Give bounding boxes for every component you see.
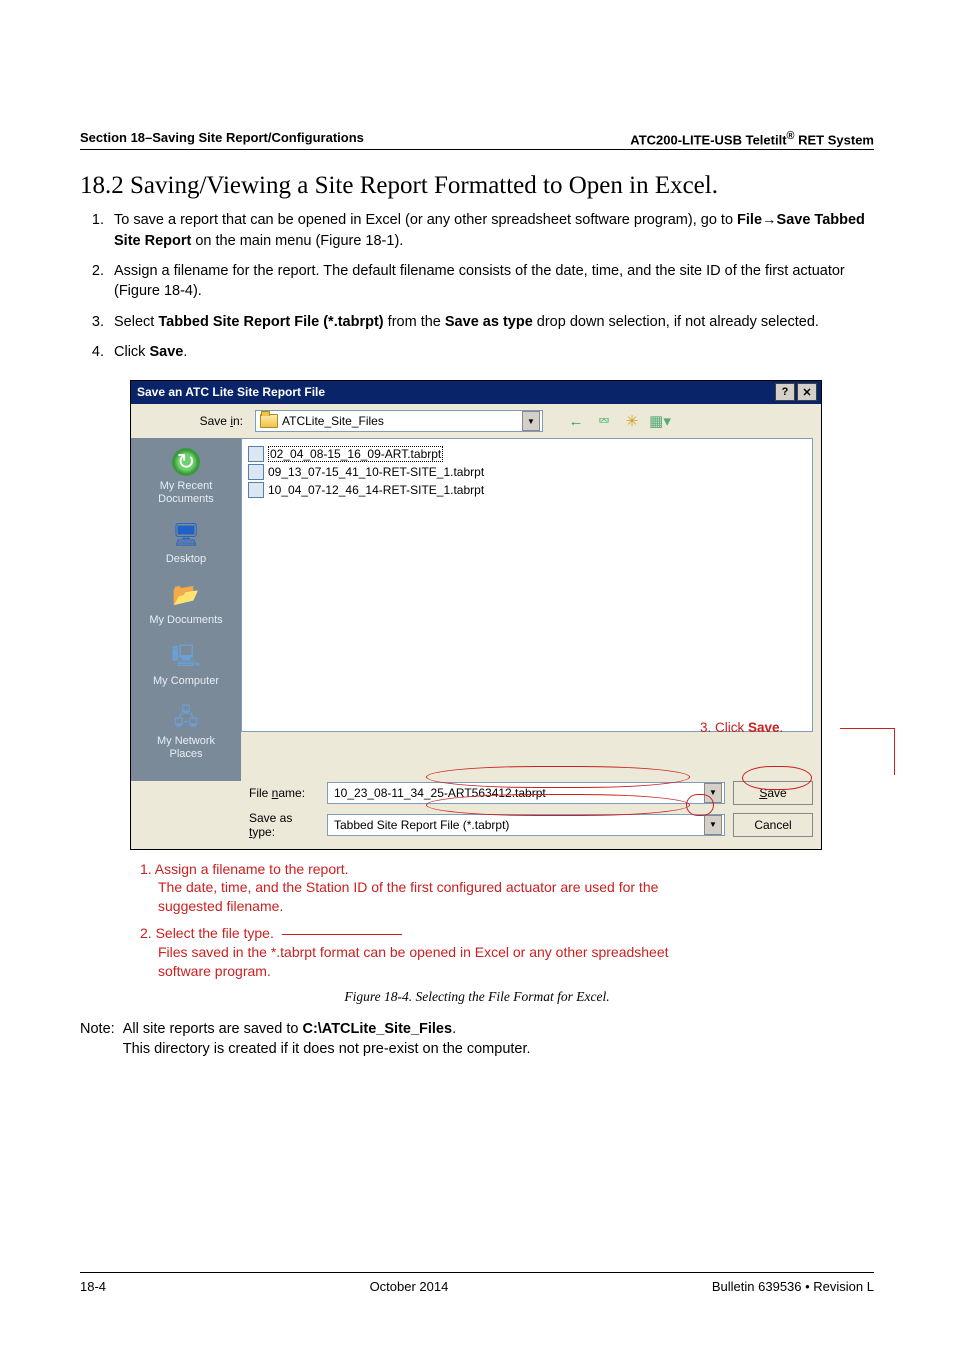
dialog-titlebar[interactable]: Save an ATC Lite Site Report File ? ✕ xyxy=(131,381,821,404)
step-3-b: Tabbed Site Report File (*.tabrpt) xyxy=(158,314,383,330)
step-1-file: File xyxy=(737,212,762,228)
save-in-dropdown[interactable]: ATCLite_Site_Files ▼ xyxy=(255,410,543,432)
step-1: To save a report that can be opened in E… xyxy=(108,210,874,251)
note-line1-a: All site reports are saved to xyxy=(123,1021,303,1037)
dialog-title-text: Save an ATC Lite Site Report File xyxy=(137,385,325,399)
filename-value: 10_23_08-11_34_25-ART563412.tabrpt xyxy=(334,786,546,800)
filename-label-pre: File xyxy=(249,786,272,800)
list-item[interactable]: 09_13_07-15_41_10-RET-SITE_1.tabrpt xyxy=(248,463,806,481)
anno-2-body: Files saved in the *.tabrpt format can b… xyxy=(158,943,718,981)
note-line1-c: . xyxy=(452,1021,456,1037)
anno-2-leader xyxy=(282,934,402,935)
chevron-down-icon[interactable]: ▼ xyxy=(704,783,722,803)
figure-caption: Figure 18-4. Selecting the File Format f… xyxy=(80,989,874,1005)
list-item[interactable]: 10_04_07-12_46_14-RET-SITE_1.tabrpt xyxy=(248,481,806,499)
savetype-label-pre: Save as xyxy=(249,811,292,825)
annotation-block: 1. Assign a filename to the report. The … xyxy=(140,860,874,981)
savetype-label: Save as type: xyxy=(249,811,319,839)
anno-click-save: 3. Click Save. xyxy=(700,720,783,735)
step-1-text-a: To save a report that can be opened in E… xyxy=(114,212,737,228)
up-folder-icon[interactable]: ⮹ xyxy=(595,412,613,430)
step-3: Select Tabbed Site Report File (*.tabrpt… xyxy=(108,312,874,332)
mydocs-icon: 📂 xyxy=(169,580,203,610)
folder-icon xyxy=(260,414,278,428)
new-folder-icon[interactable]: ✳ xyxy=(623,412,641,430)
place-recent[interactable]: ↻ My Recent Documents xyxy=(158,448,214,505)
footer-left: 18-4 xyxy=(80,1279,106,1294)
step-4-a: Click xyxy=(114,344,149,360)
header-left: Section 18–Saving Site Report/Configurat… xyxy=(80,130,364,147)
filename-label-post: ame: xyxy=(278,786,305,800)
header-right: ATC200-LITE-USB Teletilt® RET System xyxy=(630,130,874,147)
chevron-down-icon[interactable]: ▼ xyxy=(522,411,540,431)
savetype-value: Tabbed Site Report File (*.tabrpt) xyxy=(334,818,509,832)
step-2: Assign a filename for the report. The de… xyxy=(108,261,874,302)
place-mydocs-label: My Documents xyxy=(149,614,222,627)
file-name: 10_04_07-12_46_14-RET-SITE_1.tabrpt xyxy=(268,483,484,497)
header-rule xyxy=(80,149,874,150)
view-menu-icon[interactable]: ▦▾ xyxy=(651,412,669,430)
file-name: 09_13_07-15_41_10-RET-SITE_1.tabrpt xyxy=(268,465,484,479)
page-footer: 18-4 October 2014 Bulletin 639536 • Revi… xyxy=(80,1272,874,1294)
place-desktop[interactable]: 🖥 Desktop xyxy=(166,519,206,566)
step-1-text-d: on the main menu (Figure 18-1). xyxy=(191,233,403,249)
file-icon xyxy=(248,446,264,462)
file-icon xyxy=(248,482,264,498)
step-3-e: drop down selection, if not already sele… xyxy=(533,314,819,330)
anno-2-head: 2. Select the file type. xyxy=(140,925,274,941)
note-label: Note: xyxy=(80,1021,115,1037)
cancel-button[interactable]: Cancel xyxy=(733,813,813,837)
back-icon[interactable]: ← xyxy=(567,412,585,430)
anno-1-body: The date, time, and the Station ID of th… xyxy=(158,878,718,916)
save-btn-post: ave xyxy=(767,786,786,800)
steps-list: To save a report that can be opened in E… xyxy=(80,210,874,362)
step-4-c: . xyxy=(183,344,187,360)
save-button[interactable]: Save xyxy=(733,781,813,805)
place-mycomputer-label: My Computer xyxy=(153,675,219,688)
file-name: 02_04_08-15_16_09-ART.tabrpt xyxy=(268,446,443,462)
filename-label: File name: xyxy=(249,786,319,800)
savetype-dropdown[interactable]: Tabbed Site Report File (*.tabrpt) ▼ xyxy=(327,814,725,836)
place-mydocs[interactable]: 📂 My Documents xyxy=(149,580,222,627)
header-right-product: ATC200-LITE-USB Teletilt xyxy=(630,132,786,147)
save-in-label: Save in: xyxy=(139,414,249,428)
place-desktop-label: Desktop xyxy=(166,553,206,566)
note-block: Note: All site reports are saved to C:\A… xyxy=(80,1019,874,1060)
place-recent-label: My Recent Documents xyxy=(158,480,214,505)
save-dialog: Save an ATC Lite Site Report File ? ✕ Sa… xyxy=(130,380,822,849)
step-4-b: Save xyxy=(149,344,183,360)
anno-1-head: 1. Assign a filename to the report. xyxy=(140,861,349,877)
file-list[interactable]: 02_04_08-15_16_09-ART.tabrpt 09_13_07-15… xyxy=(241,438,813,732)
section-title: 18.2 Saving/Viewing a Site Report Format… xyxy=(80,172,874,200)
step-3-c: from the xyxy=(384,314,445,330)
file-icon xyxy=(248,464,264,480)
place-mynetwork-label: My Network Places xyxy=(157,735,215,760)
filename-input[interactable]: 10_23_08-11_34_25-ART563412.tabrpt ▼ xyxy=(327,782,725,804)
step-3-a: Select xyxy=(114,314,158,330)
note-path: C:\ATCLite_Site_Files xyxy=(302,1021,452,1037)
arrow-icon: → xyxy=(762,212,777,228)
step-4: Click Save. xyxy=(108,342,874,362)
note-line2: This directory is created if it does not… xyxy=(123,1041,531,1057)
help-button[interactable]: ? xyxy=(775,383,795,401)
savetype-label-post: ype: xyxy=(252,825,275,839)
chevron-down-icon[interactable]: ▼ xyxy=(704,815,722,835)
close-button[interactable]: ✕ xyxy=(797,383,817,401)
mycomputer-icon: 🖳 xyxy=(169,641,203,671)
anno-save-leader xyxy=(840,728,895,775)
desktop-icon: 🖥 xyxy=(169,519,203,549)
places-bar: ↻ My Recent Documents 🖥 Desktop 📂 My Doc… xyxy=(131,438,241,780)
footer-center: October 2014 xyxy=(370,1279,449,1294)
place-mynetwork[interactable]: 🖧 My Network Places xyxy=(157,701,215,760)
step-3-d: Save as type xyxy=(445,314,533,330)
registered-icon: ® xyxy=(787,130,795,142)
header-right-system: RET System xyxy=(795,132,874,147)
mynetwork-icon: 🖧 xyxy=(169,701,203,731)
list-item[interactable]: 02_04_08-15_16_09-ART.tabrpt xyxy=(248,445,806,463)
recent-icon: ↻ xyxy=(172,448,200,476)
footer-right: Bulletin 639536 • Revision L xyxy=(712,1279,874,1294)
save-in-value: ATCLite_Site_Files xyxy=(282,414,384,428)
place-mycomputer[interactable]: 🖳 My Computer xyxy=(153,641,219,688)
dialog-container: Save an ATC Lite Site Report File ? ✕ Sa… xyxy=(130,380,820,849)
